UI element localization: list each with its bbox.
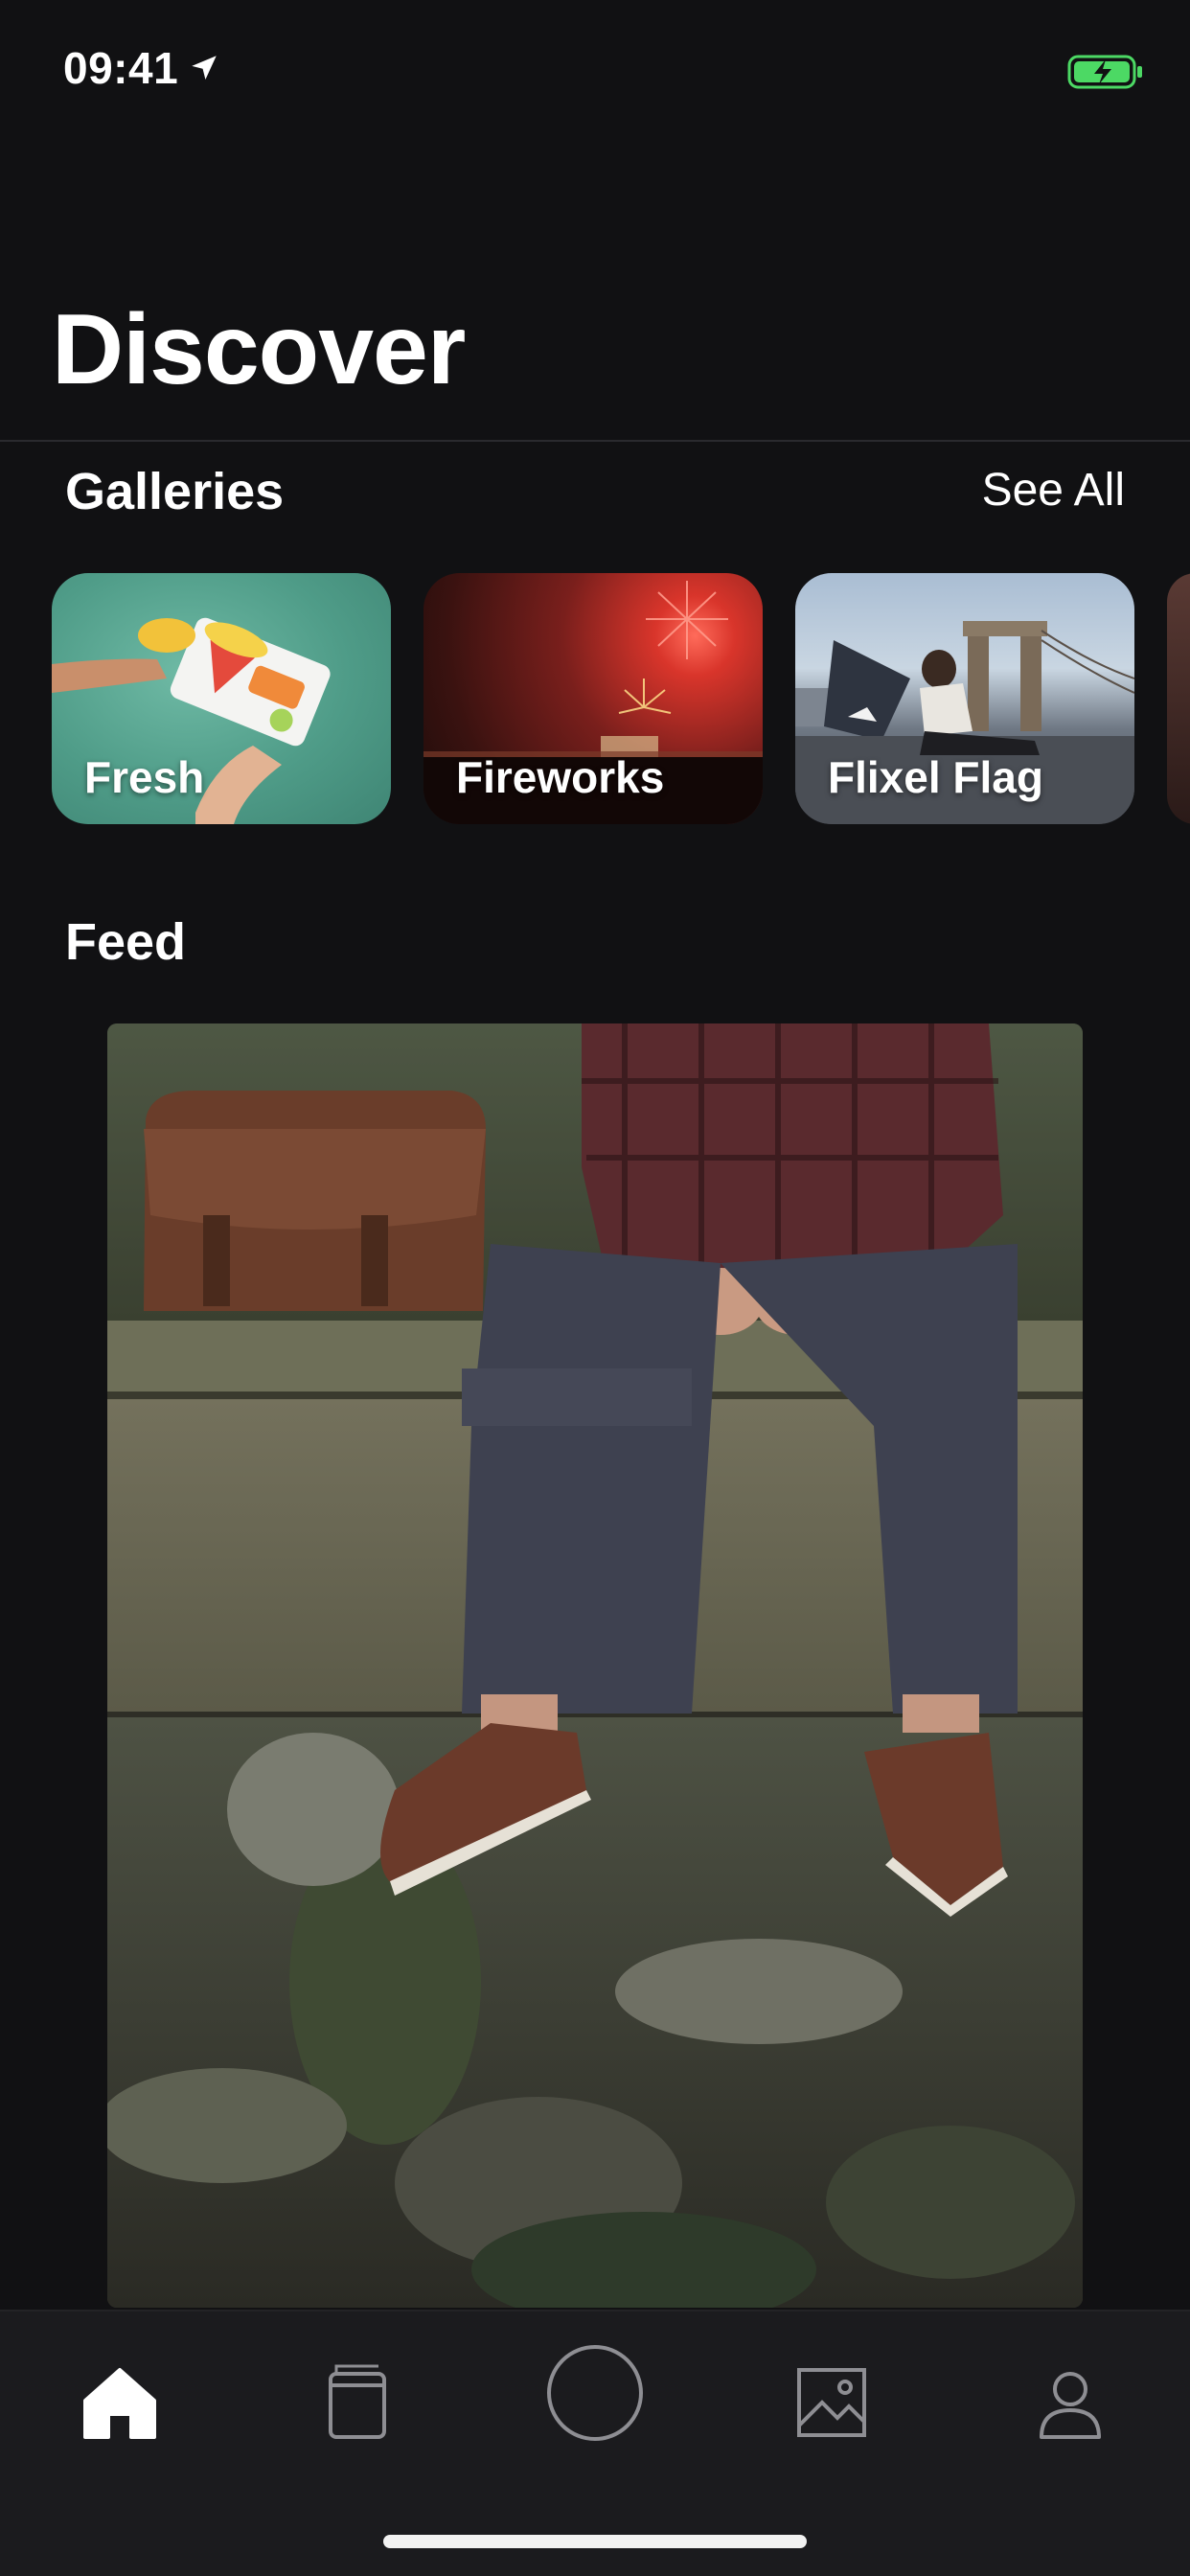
- discover-screen: 09:41 Discover Galleries See All Fresh F…: [0, 0, 1190, 2576]
- feed-photo-illustration: [107, 1024, 1083, 2308]
- book-icon: [329, 2364, 386, 2439]
- gallery-card-partial[interactable]: [1167, 573, 1190, 824]
- home-indicator[interactable]: [383, 2535, 807, 2548]
- gallery-card-flixel-flag[interactable]: Flixel Flag: [795, 573, 1134, 824]
- galleries-section-title: Galleries: [65, 463, 285, 520]
- gallery-card-fresh[interactable]: Fresh: [52, 573, 391, 824]
- status-time-group: 09:41: [63, 42, 220, 94]
- gallery-label: Fireworks: [456, 752, 665, 802]
- gallery-card-fireworks[interactable]: Fireworks: [423, 573, 763, 824]
- page-title: Discover: [52, 294, 466, 405]
- tab-library[interactable]: [303, 2350, 408, 2455]
- feed-section-title: Feed: [65, 913, 187, 971]
- image-icon: [797, 2368, 866, 2437]
- see-all-link[interactable]: See All: [982, 464, 1125, 517]
- header-divider: [0, 440, 1190, 442]
- battery-charging-icon: [1067, 55, 1142, 89]
- location-arrow-icon: [192, 56, 217, 80]
- gallery-label: Fresh: [84, 752, 205, 802]
- status-time: 09:41: [63, 43, 179, 93]
- tab-gallery[interactable]: [779, 2350, 884, 2455]
- galleries-carousel[interactable]: Fresh Fireworks Flixel Flag: [52, 573, 1190, 824]
- tab-profile[interactable]: [1018, 2350, 1123, 2455]
- home-icon: [83, 2368, 156, 2439]
- tab-capture[interactable]: [542, 2340, 648, 2446]
- profile-icon: [1040, 2372, 1101, 2439]
- feed-post-image[interactable]: [107, 1024, 1083, 2308]
- capture-circle-icon: [547, 2345, 643, 2441]
- status-bar: 09:41: [0, 0, 1190, 134]
- tab-home[interactable]: [67, 2350, 172, 2455]
- gallery-label: Flixel Flag: [828, 752, 1043, 802]
